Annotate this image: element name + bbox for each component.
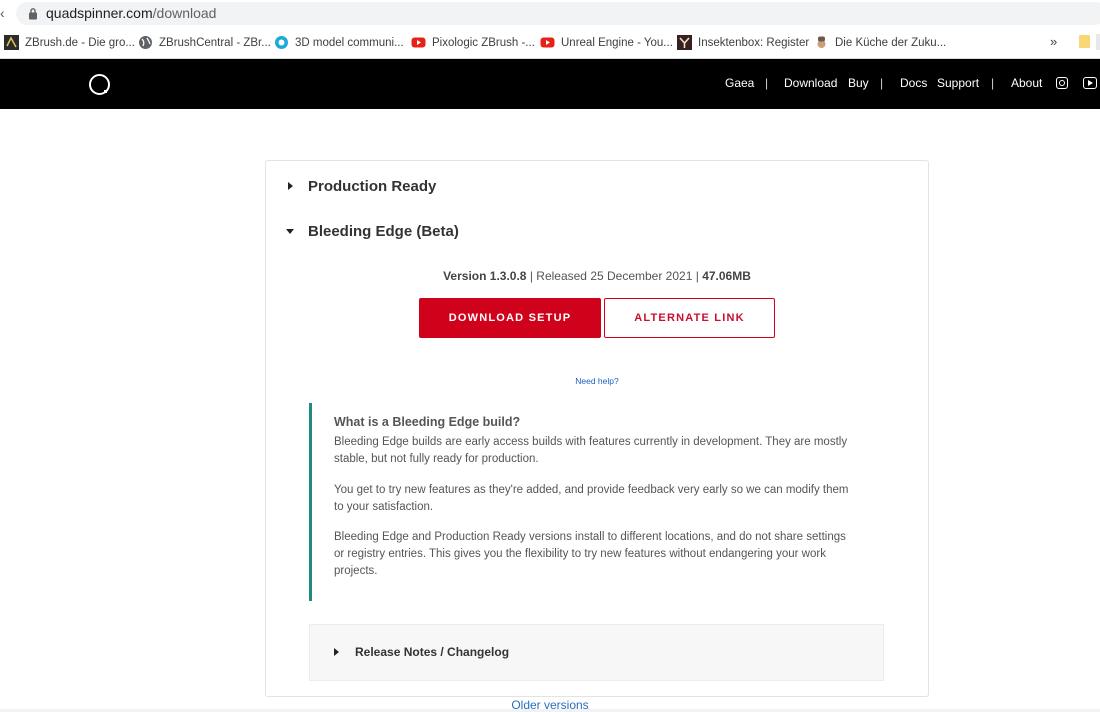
download-card: Production Ready Bleeding Edge (Beta) Ve… [265, 160, 929, 697]
url-text: quadspinner.com/download [46, 5, 216, 22]
release-notes-toggle[interactable]: Release Notes / Changelog [309, 624, 884, 681]
youtube-icon [411, 37, 426, 48]
info-paragraph: Bleeding Edge and Production Ready versi… [334, 531, 846, 577]
section-title: Production Ready [308, 177, 437, 195]
nav-gaea[interactable]: Gaea [725, 76, 754, 91]
info-paragraph: You get to try new features as they're a… [334, 484, 849, 513]
bookmarks-bar: ZBrush.de - Die gro... ZBrushCentral - Z… [0, 27, 1100, 59]
back-arrow-icon[interactable]: ‹ [0, 6, 6, 20]
version-number: Version 1.3.0.8 [443, 269, 527, 283]
youtube-icon[interactable] [1083, 77, 1097, 89]
section-title: Bleeding Edge (Beta) [308, 222, 459, 240]
zbrush-icon [4, 35, 19, 50]
bookmark-3d-model-community[interactable]: 3D model communi... [274, 34, 404, 51]
bookmark-zbrush-de[interactable]: ZBrush.de - Die gro... [4, 34, 135, 51]
globe-icon [139, 36, 152, 49]
bookmark-zbrushcentral[interactable]: ZBrushCentral - ZBr... [138, 34, 271, 51]
logo-mark [104, 90, 107, 93]
address-bar[interactable]: quadspinner.com/download [16, 2, 1100, 25]
section-bleeding-edge[interactable]: Bleeding Edge (Beta) [286, 221, 459, 241]
nav-about[interactable]: About [1011, 76, 1042, 91]
caret-right-icon [286, 180, 298, 192]
url-path: /download [152, 5, 217, 21]
nav-separator: | [991, 76, 995, 90]
version-info: Version 1.3.0.8 | Released 25 December 2… [266, 269, 928, 283]
nav-download[interactable]: Download [784, 76, 837, 91]
sketchfab-icon [275, 36, 288, 49]
bleeding-edge-info: What is a Bleeding Edge build? Bleeding … [309, 403, 872, 601]
chef-icon [817, 36, 826, 48]
nav-buy[interactable]: Buy [848, 76, 869, 91]
nav-support[interactable]: Support [937, 76, 979, 91]
bookmark-label: Insektenbox: Register [698, 36, 810, 49]
bookmark-label: 3D model communi... [295, 36, 404, 49]
release-notes-label: Release Notes / Changelog [355, 645, 510, 659]
insect-icon [677, 35, 692, 50]
alternate-link-button[interactable]: ALTERNATE LINK [604, 298, 775, 338]
browser-address-row: ‹ quadspinner.com/download [0, 0, 1100, 27]
bookmark-label: ZBrushCentral - ZBr... [159, 36, 271, 49]
bookmark-label: Unreal Engine - You... [561, 36, 673, 49]
bookmark-label: Die Küche der Zuku... [835, 36, 947, 49]
bookmark-label: Pixologic ZBrush -... [432, 36, 535, 49]
nav-separator: | [765, 76, 769, 90]
folder-icon[interactable] [1079, 35, 1090, 48]
instagram-icon[interactable] [1056, 77, 1068, 89]
version-separator: | [529, 269, 533, 283]
caret-down-icon [286, 225, 298, 237]
bookmark-insektenbox[interactable]: Insektenbox: Register [677, 34, 809, 51]
release-date: Released 25 December 2021 [536, 269, 693, 283]
info-paragraph: Bleeding Edge builds are early access bu… [334, 436, 848, 465]
lock-icon [29, 8, 37, 20]
bookmarks-more-button[interactable]: » [1050, 34, 1057, 49]
caret-right-icon [332, 647, 342, 657]
file-size: 47.06MB [702, 269, 751, 283]
bookmark-overflow-edge [1096, 34, 1100, 50]
youtube-icon [540, 37, 555, 48]
bookmark-pixologic-zbrush[interactable]: Pixologic ZBrush -... [411, 34, 535, 51]
bookmark-die-kueche[interactable]: Die Küche der Zuku... [814, 34, 946, 51]
bookmark-unreal-engine[interactable]: Unreal Engine - You... [540, 34, 673, 51]
version-separator: | [695, 269, 699, 283]
site-header: Gaea | Download Buy | Docs Support | Abo… [0, 59, 1100, 109]
url-domain: quadspinner.com [46, 5, 153, 21]
nav-separator: | [880, 76, 884, 90]
bookmark-label: ZBrush.de - Die gro... [25, 36, 135, 49]
info-title: What is a Bleeding Edge build? [334, 415, 521, 429]
nav-docs[interactable]: Docs [900, 76, 927, 91]
need-help-link[interactable]: Need help? [266, 376, 928, 386]
download-setup-button[interactable]: DOWNLOAD SETUP [419, 298, 601, 338]
section-production-ready[interactable]: Production Ready [286, 176, 436, 196]
